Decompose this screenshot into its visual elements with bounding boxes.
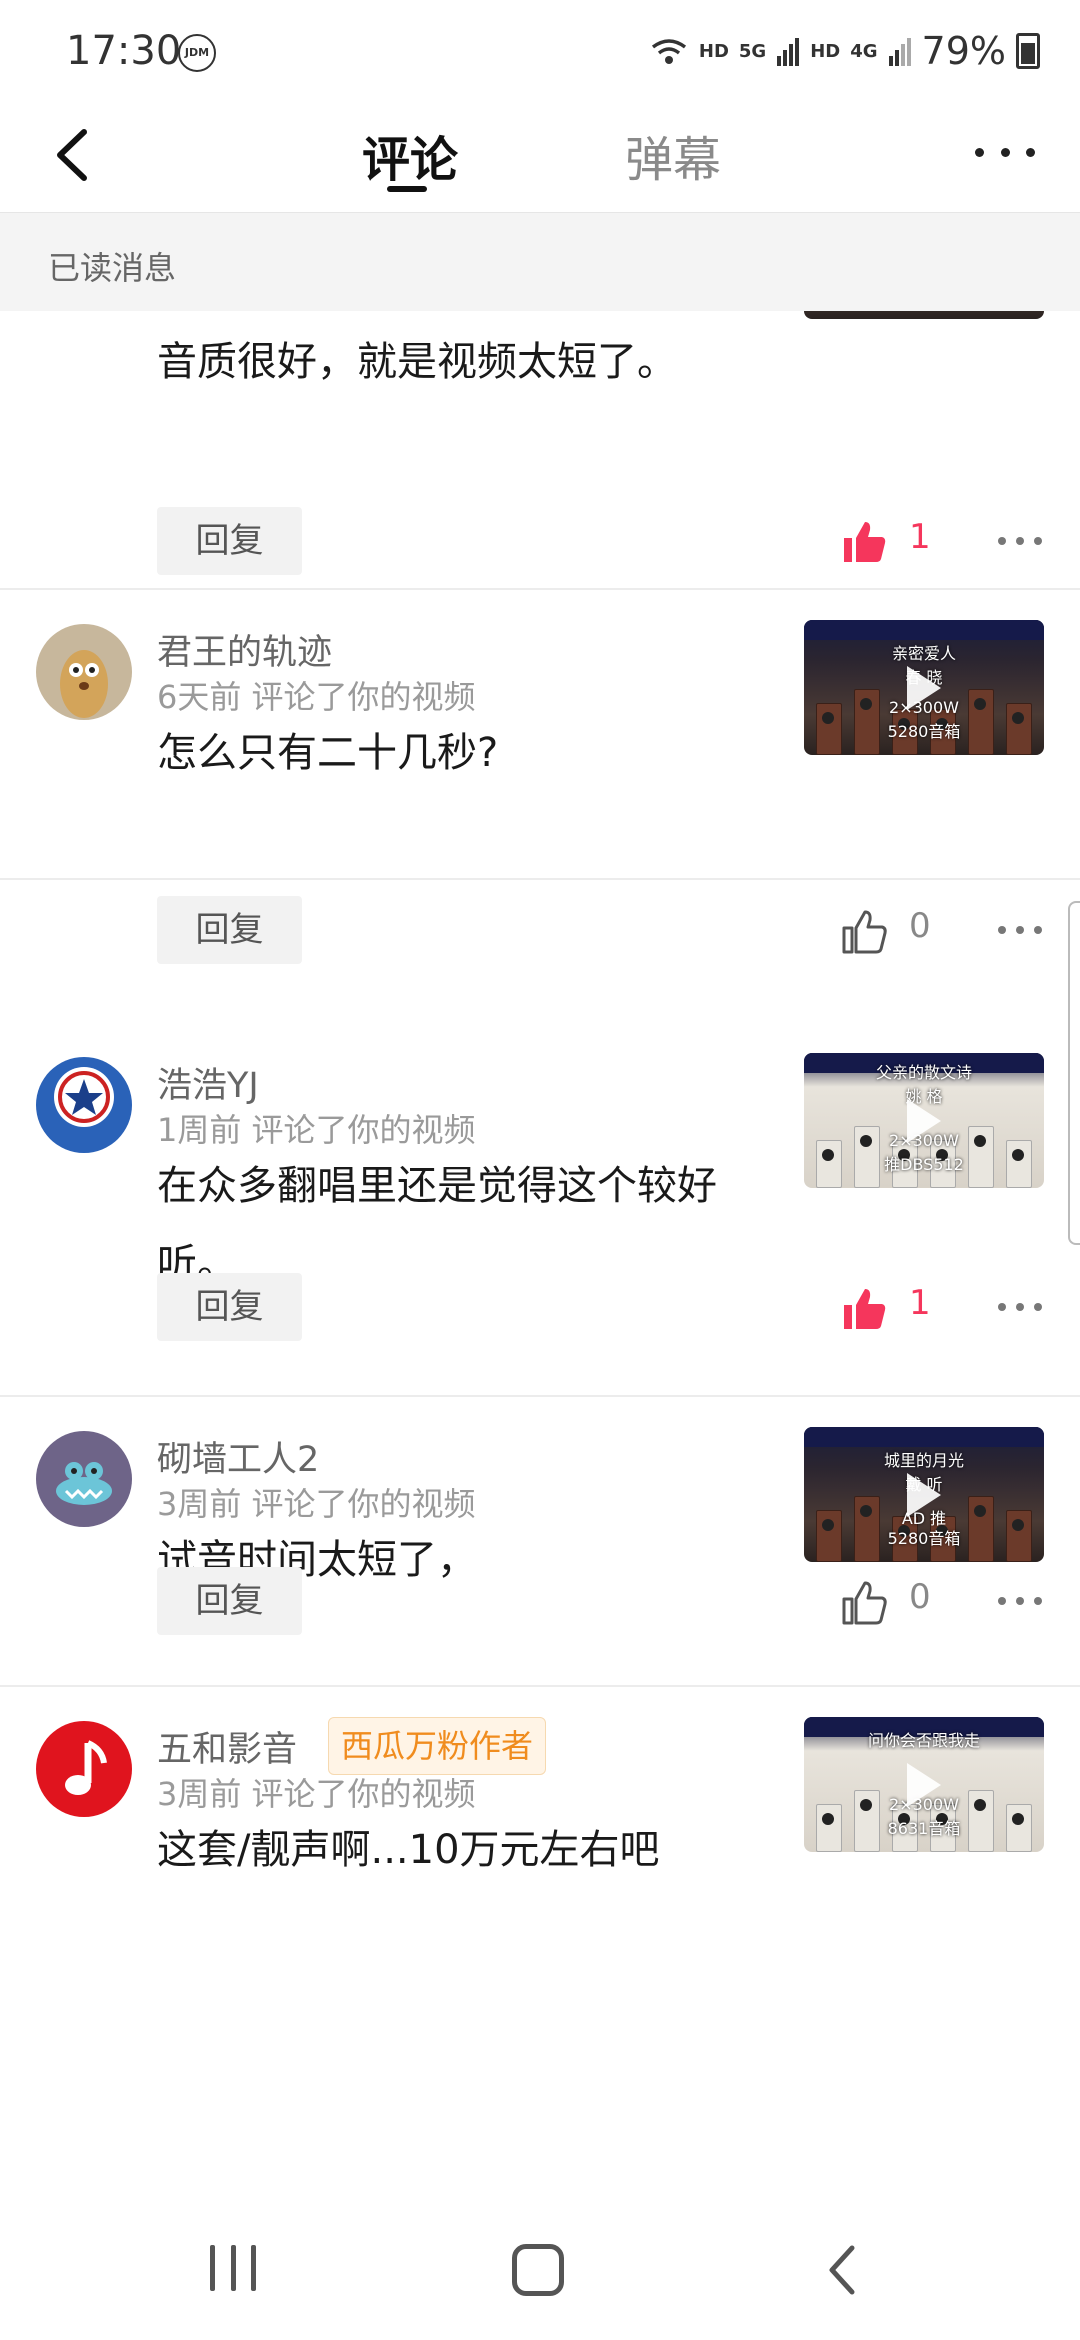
reply-button[interactable]: 回复 — [157, 1273, 302, 1341]
fan-badge: 西瓜万粉作者 — [328, 1717, 547, 1775]
comment-item: 砌墙工人2 3周前 评论了你的视频 试音时间太短了， 城里的月光 戴 听 AD … — [0, 1395, 1080, 1687]
read-messages-section: 已读消息 — [0, 213, 1080, 311]
battery-level: 79% — [921, 29, 1006, 73]
network-5g-label: 5G — [738, 40, 767, 62]
comment-text: 这套/靓声啊...10万元左右吧 — [157, 1827, 660, 1873]
comment-text: 怎么只有二十几秒? — [157, 730, 499, 776]
nav-home-icon[interactable] — [512, 2244, 564, 2296]
thumb-caption: 亲密爱人 — [891, 644, 956, 663]
battery-icon — [1016, 33, 1040, 69]
tab-danmu[interactable]: 弹幕 — [625, 120, 721, 190]
comment-list[interactable]: 音质很好，就是视频太短了。 回复 1 君王的轨迹 6天前 评论了你的视频 怎么只… — [0, 311, 1080, 2201]
like-count: 1 — [909, 1283, 931, 1323]
more-button[interactable] — [975, 122, 1035, 182]
avatar[interactable] — [36, 1721, 132, 1817]
video-thumbnail[interactable]: 问你会否跟我走 2×300W 8631音箱 — [804, 1717, 1044, 1852]
system-nav-bar — [0, 2200, 1080, 2340]
comment-time: 6天前 评论了你的视频 — [157, 678, 476, 716]
scrollbar[interactable] — [1068, 901, 1080, 1245]
video-thumbnail[interactable]: 父亲的散文诗 姚 格 2×300W 推DBS512 — [804, 1053, 1044, 1188]
wifi-icon — [651, 39, 686, 64]
status-time: 17:30 — [66, 28, 182, 74]
thumb-caption: 5280音箱 — [887, 722, 961, 741]
thumb-caption: 5280音箱 — [887, 1529, 961, 1548]
thumbs-up-icon[interactable] — [838, 906, 888, 956]
network-hd-label: HD — [698, 40, 729, 62]
comment-item: 音质很好，就是视频太短了。 回复 1 — [0, 311, 1080, 590]
play-icon — [907, 1099, 941, 1143]
thumb-caption: 8631音箱 — [887, 1819, 961, 1838]
tab-comments[interactable]: 评论 — [362, 120, 458, 190]
thumb-caption: 问你会否跟我走 — [867, 1731, 980, 1750]
status-indicators: HD 5G HD 4G 79% — [649, 26, 1040, 76]
nav-recent-icon[interactable] — [210, 2245, 256, 2291]
reply-button[interactable]: 回复 — [157, 1567, 302, 1635]
top-nav: 评论 弹幕 — [0, 100, 1080, 213]
thumb-caption: 城里的月光 — [883, 1451, 964, 1470]
author-name[interactable]: 五和影音 — [157, 1721, 297, 1772]
like-count: 0 — [909, 906, 931, 946]
like-count: 1 — [909, 517, 931, 557]
comment-item: 浩浩YJ 1周前 评论了你的视频 在众多翻唱里还是觉得这个较好听。 父亲的散文诗… — [0, 1021, 1080, 1397]
video-thumbnail[interactable]: 城里的月光 戴 听 AD 推 5280音箱 — [804, 1427, 1044, 1562]
play-icon — [907, 1763, 941, 1807]
comment-item: 五和影音 西瓜万粉作者 3周前 评论了你的视频 这套/靓声啊...10万元左右吧… — [0, 1685, 1080, 2105]
video-thumbnail[interactable] — [804, 311, 1044, 319]
comment-more-button[interactable] — [998, 1591, 1042, 1611]
thumb-brand-bar — [804, 1427, 1044, 1447]
more-dot — [1026, 147, 1035, 157]
thumb-brand-bar — [804, 620, 1044, 640]
network-hd2-label: HD — [810, 40, 841, 62]
comment-text: 音质很好，就是视频太短了。 — [157, 339, 677, 385]
back-button[interactable] — [40, 120, 110, 190]
status-badge-icon: JDM — [178, 34, 216, 72]
thumbs-up-icon[interactable] — [838, 1283, 888, 1333]
comment-time: 3周前 评论了你的视频 — [157, 1485, 476, 1523]
avatar[interactable] — [36, 1431, 132, 1527]
author-name[interactable]: 砌墙工人2 — [157, 1431, 319, 1482]
status-bar: 17:30 JDM HD 5G HD 4G 79% — [0, 0, 1080, 100]
like-count: 0 — [909, 1577, 931, 1617]
comment-more-button[interactable] — [998, 1297, 1042, 1317]
play-icon — [907, 1473, 941, 1517]
section-title: 已读消息 — [48, 249, 177, 287]
comment-more-button[interactable] — [998, 920, 1042, 940]
play-icon — [907, 666, 941, 710]
author-name[interactable]: 君王的轨迹 — [157, 624, 332, 675]
network-4g-label: 4G — [850, 40, 878, 62]
signal2-icon — [888, 38, 911, 66]
active-tab-indicator — [387, 186, 427, 192]
more-dot — [975, 147, 984, 157]
thumbs-up-icon[interactable] — [838, 516, 888, 566]
comment-more-button[interactable] — [998, 531, 1042, 551]
nav-back-icon[interactable] — [822, 2242, 862, 2298]
comment-item: 君王的轨迹 6天前 评论了你的视频 怎么只有二十几秒? 亲密爱人 春 晓 2×3… — [0, 588, 1080, 964]
reply-button[interactable]: 回复 — [157, 507, 302, 575]
thumb-caption: 父亲的散文诗 — [875, 1063, 972, 1082]
signal-icon — [777, 38, 800, 66]
video-thumbnail[interactable]: 亲密爱人 春 晓 2×300W 5280音箱 — [804, 620, 1044, 755]
author-name[interactable]: 浩浩YJ — [157, 1057, 259, 1108]
comment-time: 1周前 评论了你的视频 — [157, 1111, 476, 1149]
avatar[interactable] — [36, 624, 132, 720]
thumb-caption: 推DBS512 — [884, 1155, 964, 1174]
comment-time: 3周前 评论了你的视频 — [157, 1775, 476, 1813]
thumbs-up-icon[interactable] — [838, 1577, 888, 1627]
back-arrow-icon — [57, 129, 87, 181]
more-dot — [1000, 147, 1010, 157]
reply-button[interactable]: 回复 — [157, 896, 302, 964]
avatar[interactable] — [36, 1057, 132, 1153]
